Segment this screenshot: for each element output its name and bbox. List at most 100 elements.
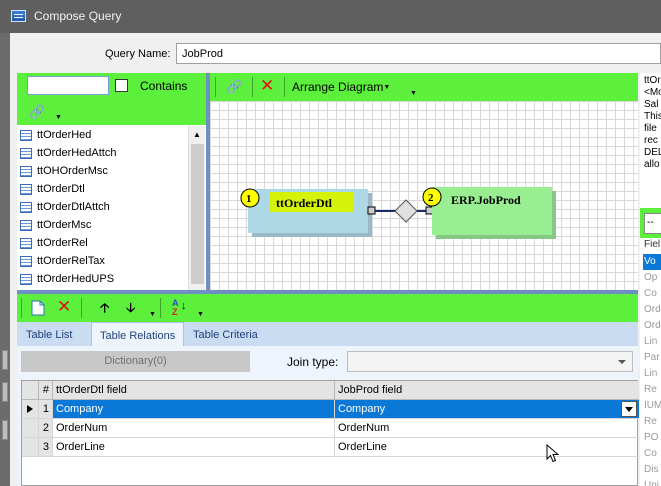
background-control xyxy=(2,420,8,440)
right-field-cell[interactable]: OrderNum xyxy=(335,419,639,438)
arrange-diagram-button[interactable]: Arrange Diagram▼ xyxy=(292,80,390,94)
diagram-canvas[interactable]: ttOrderDtl 1 ERP.JobProd 2 xyxy=(210,101,638,290)
list-item[interactable]: ttOrderRelTax xyxy=(17,252,188,270)
field-item[interactable]: Co xyxy=(643,286,661,302)
window-app-icon xyxy=(11,10,26,22)
sort-dropdown-arrow[interactable]: ▼ xyxy=(197,311,204,318)
description-line: rec xyxy=(644,135,658,146)
field-item[interactable]: Vo xyxy=(643,254,661,270)
scroll-up-icon[interactable]: ▲ xyxy=(193,130,201,139)
link-icon[interactable]: 🔗 xyxy=(226,79,242,95)
header-left-field[interactable]: ttOrderDtl field xyxy=(53,381,335,400)
list-item[interactable]: ttOrderDtl xyxy=(17,180,188,198)
row-selector[interactable] xyxy=(22,419,39,438)
left-field-cell[interactable]: Company xyxy=(53,400,335,419)
field-item[interactable]: Dis xyxy=(643,462,661,478)
tab-table-criteria[interactable]: Table Criteria xyxy=(185,322,266,346)
move-up-icon[interactable]: 🡡 xyxy=(100,299,109,321)
grid-header: # ttOrderDtl field JobProd field xyxy=(22,381,639,400)
description-line: file xyxy=(644,123,657,134)
field-item[interactable]: PO xyxy=(643,430,661,446)
field-item[interactable]: Uni xyxy=(643,478,661,486)
scroll-thumb[interactable] xyxy=(191,144,204,284)
connector-handle-left[interactable] xyxy=(367,206,376,215)
join-diamond[interactable] xyxy=(394,199,418,223)
join-type-select[interactable] xyxy=(347,351,633,372)
row-selector[interactable] xyxy=(22,438,39,457)
field-item[interactable]: Re xyxy=(643,414,661,430)
table-relations-panel: Dictionary(0) Join type: # ttOrderDtl fi… xyxy=(17,346,639,486)
toolbar-separator xyxy=(215,77,216,97)
tab-bar: Table List Table Relations Table Criteri… xyxy=(17,322,638,346)
right-field-cell[interactable]: Company xyxy=(335,400,639,419)
query-name-label: Query Name: xyxy=(105,48,171,60)
tab-table-relations[interactable]: Table Relations xyxy=(91,322,185,346)
toolbar-separator xyxy=(81,298,82,318)
new-document-icon[interactable] xyxy=(31,300,45,316)
table-name: ttOrderHedAttch xyxy=(37,147,117,159)
list-item[interactable]: ttOrderHedAttch xyxy=(17,144,188,162)
header-right-field[interactable]: JobProd field xyxy=(335,381,639,400)
table-name: ttOrderHed xyxy=(37,129,92,141)
field-item[interactable]: Op xyxy=(643,270,661,286)
table-icon xyxy=(20,273,32,285)
field-item[interactable]: Lin xyxy=(643,366,661,382)
fields-combo[interactable]: -- xyxy=(644,213,661,234)
field-item[interactable]: Lin xyxy=(643,334,661,350)
table-list-pane: Contains 🔗 ▼ ttOrderHed ttOrderHedAttch … xyxy=(17,73,206,290)
field-item[interactable]: IUM xyxy=(643,398,661,414)
table-name: ttOrderRel xyxy=(37,237,88,249)
description-line: This xyxy=(644,111,661,122)
table-name: ttOrderHedUPS xyxy=(37,273,115,285)
list-item[interactable]: ttOHOrderMsc xyxy=(17,162,188,180)
description-line: allo xyxy=(644,159,660,170)
toolbar-separator xyxy=(21,298,22,318)
table-row[interactable]: 1 Company Company xyxy=(22,400,639,419)
field-item[interactable]: Ord xyxy=(643,302,661,318)
table-icon xyxy=(20,201,32,213)
list-item[interactable]: ttOrderHedUPS xyxy=(17,270,188,288)
link-icon[interactable]: 🔗 xyxy=(29,104,45,120)
dictionary-button[interactable]: Dictionary(0) xyxy=(21,351,250,372)
tab-table-list[interactable]: Table List xyxy=(18,322,80,346)
toolbar-separator xyxy=(284,77,285,97)
list-item[interactable]: ttOrderRel xyxy=(17,234,188,252)
delete-icon[interactable]: ✕ xyxy=(260,76,274,96)
link-dropdown-arrow[interactable]: ▼ xyxy=(55,114,62,121)
background-window-edge xyxy=(0,350,10,486)
list-item[interactable]: ttOrderMsc xyxy=(17,216,188,234)
toolbar-dropdown-arrow[interactable]: ▼ xyxy=(410,90,417,97)
move-down-icon[interactable]: 🡣 xyxy=(126,299,135,321)
fields-header: Fiel xyxy=(644,239,661,250)
list-item[interactable]: ttOrderHed xyxy=(17,126,188,144)
table-list-scrollbar[interactable]: ▲ xyxy=(188,126,205,290)
compose-query-client: Query Name: Contains 🔗 ▼ ttOrderHed ttOr… xyxy=(10,33,661,486)
row-selector[interactable] xyxy=(22,400,39,419)
toolbar-separator xyxy=(160,298,161,318)
move-dropdown-arrow[interactable]: ▼ xyxy=(149,311,156,318)
right-field-value: Company xyxy=(338,403,386,415)
description-line: <Mo xyxy=(644,87,661,98)
node2-label: ERP.JobProd xyxy=(451,193,521,207)
table-icon xyxy=(20,183,32,195)
chevron-down-icon[interactable] xyxy=(621,401,637,417)
table-icon xyxy=(20,219,32,231)
field-item[interactable]: Co xyxy=(643,446,661,462)
left-field-cell[interactable]: OrderNum xyxy=(53,419,335,438)
field-item[interactable]: Re xyxy=(643,382,661,398)
field-item[interactable]: Par xyxy=(643,350,661,366)
table-row[interactable]: 2 OrderNum OrderNum xyxy=(22,419,639,438)
field-item[interactable]: Ord xyxy=(643,318,661,334)
toolbar-separator xyxy=(252,77,253,97)
delete-icon[interactable]: ✕ xyxy=(57,297,71,317)
row-num: 1 xyxy=(39,400,53,419)
list-item[interactable]: ttOrderDtlAttch xyxy=(17,198,188,216)
table-search-input[interactable] xyxy=(27,76,109,95)
right-field-cell[interactable]: OrderLine xyxy=(335,438,639,457)
query-name-input[interactable] xyxy=(176,43,661,64)
connector-handle-right[interactable] xyxy=(425,206,434,215)
sort-arrow-icon: ↓ xyxy=(181,300,187,312)
sort-az-icon[interactable]: AZ xyxy=(172,299,179,317)
left-field-cell[interactable]: OrderLine xyxy=(53,438,335,457)
contains-checkbox[interactable] xyxy=(115,79,128,92)
